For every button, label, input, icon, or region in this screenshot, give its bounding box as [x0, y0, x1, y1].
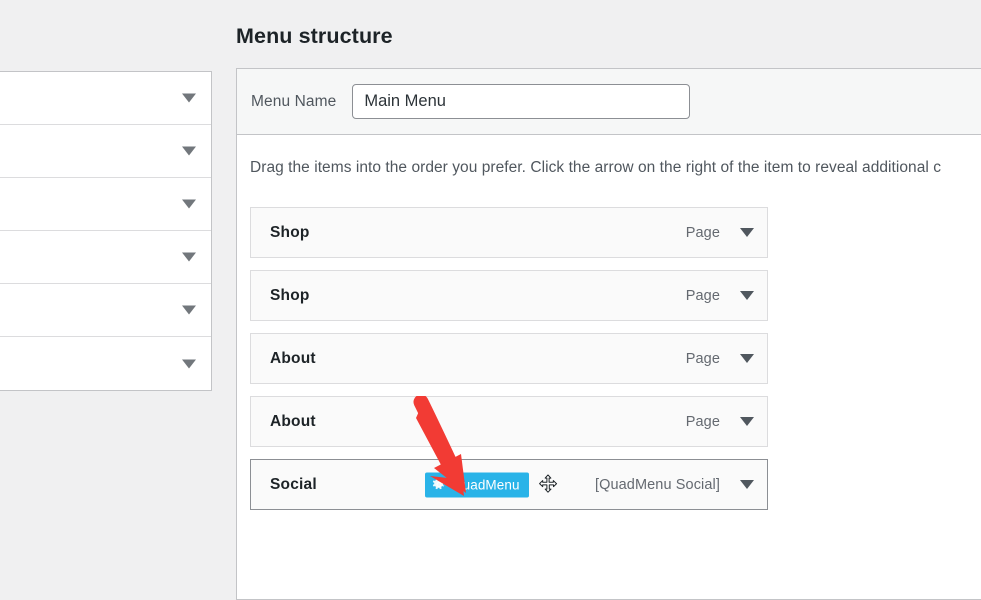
accordion-row[interactable]: [0, 178, 211, 231]
chevron-down-icon[interactable]: [740, 291, 754, 300]
menu-item-row[interactable]: About Page: [250, 396, 768, 447]
chevron-down-icon[interactable]: [740, 480, 754, 489]
chevron-down-icon[interactable]: [740, 354, 754, 363]
menu-item-row[interactable]: Shop Page: [250, 270, 768, 321]
chevron-down-icon[interactable]: [740, 228, 754, 237]
accordion-row[interactable]: ms: [0, 72, 211, 125]
menu-item-meta: Page: [686, 225, 767, 241]
menu-item-type: Page: [685, 287, 720, 304]
menu-item-title: Social: [270, 475, 317, 493]
menu-name-label: Menu Name: [251, 92, 337, 110]
accordion-row[interactable]: hives: [0, 125, 211, 178]
quadmenu-button-label: QuadMenu: [452, 477, 520, 492]
menu-items-list: Shop Page Shop Page About Page About Pag…: [250, 207, 768, 522]
menu-item-type: [QuadMenu Social]: [594, 476, 720, 493]
move-cursor-icon: [538, 474, 557, 493]
menu-item-row[interactable]: Shop Page: [250, 207, 768, 258]
accordion-row[interactable]: [0, 231, 211, 284]
chevron-down-icon[interactable]: [182, 252, 196, 262]
chevron-down-icon[interactable]: [740, 417, 754, 426]
main-column: Menu structure Menu Name Drag the items …: [236, 0, 981, 600]
quadmenu-badge-area: QuadMenu: [425, 472, 559, 497]
left-accordion-list: ms hives: [0, 71, 212, 391]
drag-instructions-text: Drag the items into the order you prefer…: [250, 159, 942, 176]
menu-name-input[interactable]: [352, 84, 691, 119]
menu-name-bar: Menu Name: [237, 69, 981, 135]
screenshot-root: ns ms hives: [0, 0, 981, 600]
menu-item-row[interactable]: About Page: [250, 333, 768, 384]
menu-item-title: About: [270, 412, 316, 430]
accordion-row[interactable]: [0, 284, 211, 337]
accordion-row[interactable]: [0, 337, 211, 390]
gear-icon: [432, 477, 445, 490]
menu-item-type: Page: [685, 224, 720, 241]
menu-item-meta: Page: [686, 288, 767, 304]
left-panel: ns ms hives: [0, 0, 212, 600]
menu-item-row-social[interactable]: Social QuadMenu [QuadMenu Social]: [250, 459, 768, 510]
quadmenu-button[interactable]: QuadMenu: [425, 472, 529, 497]
menu-item-meta: Page: [686, 414, 767, 430]
menu-item-meta: Page: [686, 351, 767, 367]
menu-structure-panel: Menu Name Drag the items into the order …: [236, 68, 981, 600]
chevron-down-icon[interactable]: [182, 93, 196, 103]
chevron-down-icon[interactable]: [182, 305, 196, 315]
menu-item-meta: [QuadMenu Social]: [595, 477, 767, 493]
page-title: Menu structure: [236, 24, 393, 48]
chevron-down-icon[interactable]: [182, 359, 196, 368]
chevron-down-icon[interactable]: [182, 146, 196, 156]
menu-item-title: Shop: [270, 223, 310, 241]
chevron-down-icon[interactable]: [182, 199, 196, 209]
menu-item-title: About: [270, 349, 316, 367]
menu-item-type: Page: [685, 350, 720, 367]
menu-item-type: Page: [685, 413, 720, 430]
menu-item-title: Shop: [270, 286, 310, 304]
